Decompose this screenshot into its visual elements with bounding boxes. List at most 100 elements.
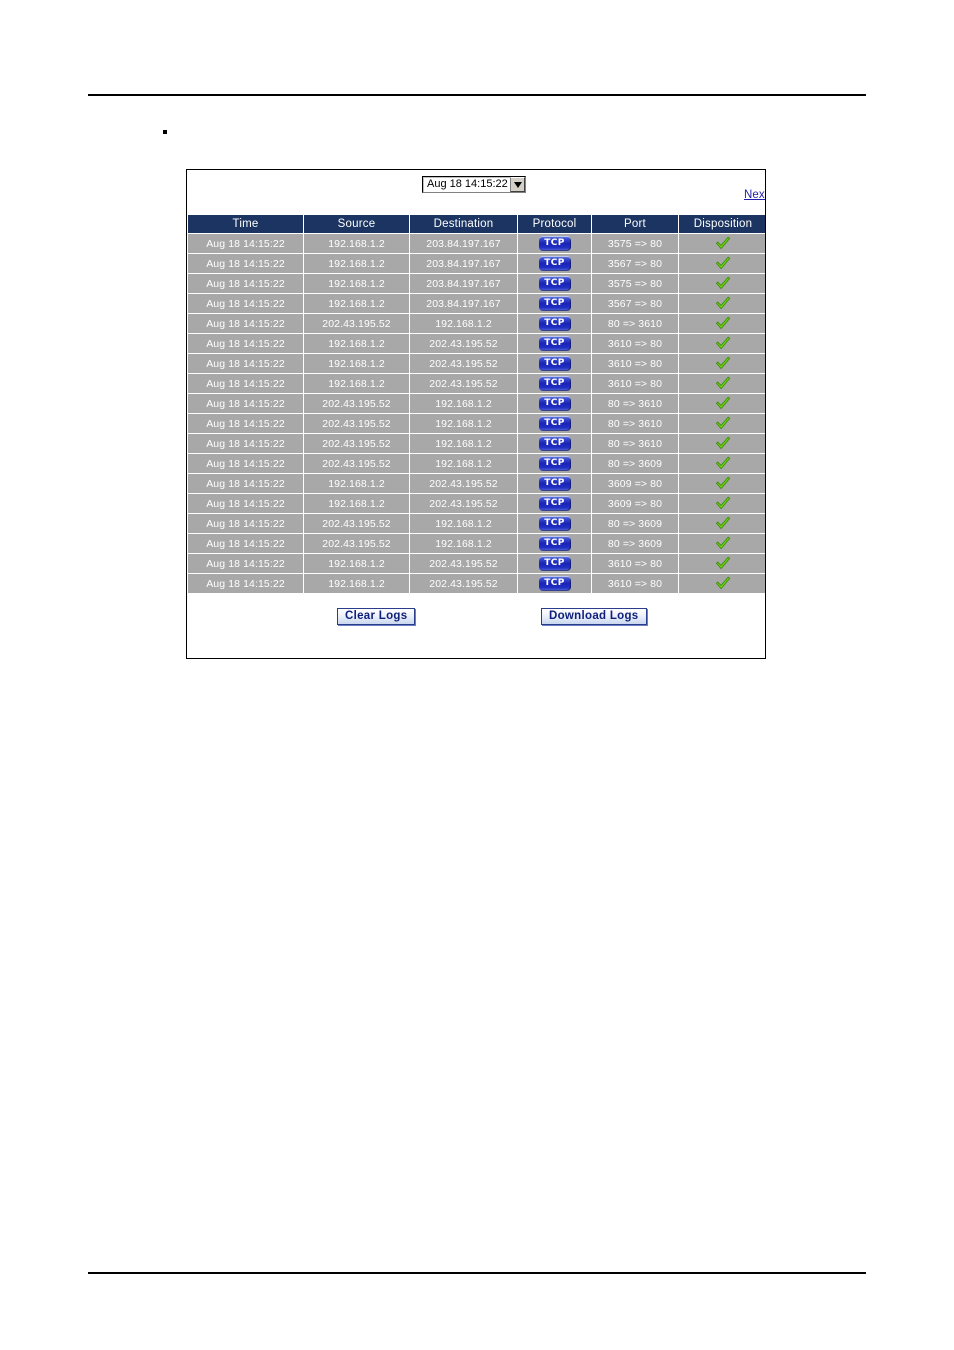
firewall-log-panel: Aug 18 14:15:22 Next Time Source Destina… <box>186 169 766 659</box>
cell-destination: 192.168.1.2 <box>410 534 517 553</box>
cell-destination: 202.43.195.52 <box>410 354 517 373</box>
green-check-icon <box>715 436 731 451</box>
cell-source: 192.168.1.2 <box>304 234 409 253</box>
cell-time: Aug 18 14:15:22 <box>188 434 303 453</box>
table-row: Aug 18 14:15:22 192.168.1.2 203.84.197.167… <box>188 254 765 273</box>
column-header-disposition[interactable]: Disposition <box>679 215 765 233</box>
cell-source: 192.168.1.2 <box>304 374 409 393</box>
green-check-icon <box>715 576 731 591</box>
protocol-badge: TCP <box>538 396 571 411</box>
cell-source: 192.168.1.2 <box>304 334 409 353</box>
cell-destination: 192.168.1.2 <box>410 454 517 473</box>
cell-port: 80 => 3609 <box>592 534 678 553</box>
green-check-icon <box>715 536 731 551</box>
clear-logs-button[interactable]: Clear Logs <box>337 608 416 625</box>
cell-protocol: TCP <box>518 554 591 573</box>
table-row: Aug 18 14:15:22 192.168.1.2 202.43.195.52 T… <box>188 554 765 573</box>
cell-disposition <box>679 454 765 473</box>
cell-port: 80 => 3610 <box>592 394 678 413</box>
log-panel-footer: Clear Logs Download Logs <box>187 594 765 642</box>
cell-protocol: TCP <box>518 274 591 293</box>
column-header-protocol[interactable]: Protocol <box>518 215 591 233</box>
column-header-time[interactable]: Time <box>188 215 303 233</box>
cell-protocol: TCP <box>518 414 591 433</box>
green-check-icon <box>715 236 731 251</box>
cell-protocol: TCP <box>518 374 591 393</box>
cell-time: Aug 18 14:15:22 <box>188 354 303 373</box>
protocol-badge: TCP <box>538 496 571 511</box>
cell-port: 3609 => 80 <box>592 474 678 493</box>
cell-destination: 192.168.1.2 <box>410 314 517 333</box>
time-filter-select[interactable]: Aug 18 14:15:22 <box>422 176 526 193</box>
protocol-badge: TCP <box>538 376 571 391</box>
column-header-source[interactable]: Source <box>304 215 409 233</box>
cell-disposition <box>679 574 765 593</box>
protocol-badge: TCP <box>538 256 571 271</box>
download-logs-button[interactable]: Download Logs <box>541 608 647 625</box>
green-check-icon <box>715 296 731 311</box>
cell-protocol: TCP <box>518 514 591 533</box>
cell-port: 3610 => 80 <box>592 574 678 593</box>
table-row: Aug 18 14:15:22 192.168.1.2 202.43.195.52 T… <box>188 494 765 513</box>
green-check-icon <box>715 556 731 571</box>
cell-source: 192.168.1.2 <box>304 494 409 513</box>
cell-source: 202.43.195.52 <box>304 454 409 473</box>
cell-source: 202.43.195.52 <box>304 394 409 413</box>
protocol-badge: TCP <box>538 436 571 451</box>
cell-disposition <box>679 374 765 393</box>
table-row: Aug 18 14:15:22 192.168.1.2 203.84.197.167… <box>188 234 765 253</box>
time-filter-value: Aug 18 14:15:22 <box>427 178 508 190</box>
green-check-icon <box>715 336 731 351</box>
cell-source: 202.43.195.52 <box>304 414 409 433</box>
cell-source: 202.43.195.52 <box>304 434 409 453</box>
log-panel-toolbar: Aug 18 14:15:22 Next <box>187 170 765 214</box>
protocol-badge: TCP <box>538 476 571 491</box>
column-header-destination[interactable]: Destination <box>410 215 517 233</box>
cell-source: 202.43.195.52 <box>304 534 409 553</box>
table-row: Aug 18 14:15:22 192.168.1.2 202.43.195.52 T… <box>188 334 765 353</box>
cell-time: Aug 18 14:15:22 <box>188 574 303 593</box>
cell-protocol: TCP <box>518 334 591 353</box>
cell-port: 3575 => 80 <box>592 234 678 253</box>
next-page-link[interactable]: Next <box>744 189 765 201</box>
cell-destination: 202.43.195.52 <box>410 334 517 353</box>
cell-time: Aug 18 14:15:22 <box>188 274 303 293</box>
cell-disposition <box>679 514 765 533</box>
log-table: Time Source Destination Protocol Port Di… <box>187 214 765 594</box>
chevron-down-icon[interactable] <box>510 177 525 192</box>
column-header-port[interactable]: Port <box>592 215 678 233</box>
cell-time: Aug 18 14:15:22 <box>188 254 303 273</box>
protocol-badge: TCP <box>538 336 571 351</box>
cell-protocol: TCP <box>518 474 591 493</box>
green-check-icon <box>715 316 731 331</box>
cell-protocol: TCP <box>518 294 591 313</box>
table-row: Aug 18 14:15:22 192.168.1.2 202.43.195.52 T… <box>188 574 765 593</box>
cell-port: 3567 => 80 <box>592 254 678 273</box>
green-check-icon <box>715 256 731 271</box>
green-check-icon <box>715 276 731 291</box>
table-row: Aug 18 14:15:22 202.43.195.52 192.168.1.2 T… <box>188 314 765 333</box>
cell-time: Aug 18 14:15:22 <box>188 454 303 473</box>
cell-port: 80 => 3610 <box>592 414 678 433</box>
cell-time: Aug 18 14:15:22 <box>188 374 303 393</box>
table-row: Aug 18 14:15:22 202.43.195.52 192.168.1.2 T… <box>188 414 765 433</box>
cell-destination: 202.43.195.52 <box>410 374 517 393</box>
cell-destination: 203.84.197.167 <box>410 254 517 273</box>
cell-disposition <box>679 294 765 313</box>
cell-disposition <box>679 314 765 333</box>
green-check-icon <box>715 456 731 471</box>
cell-destination: 202.43.195.52 <box>410 474 517 493</box>
cell-destination: 192.168.1.2 <box>410 434 517 453</box>
cell-port: 3610 => 80 <box>592 334 678 353</box>
cell-port: 3610 => 80 <box>592 554 678 573</box>
table-row: Aug 18 14:15:22 192.168.1.2 203.84.197.167… <box>188 274 765 293</box>
cell-time: Aug 18 14:15:22 <box>188 334 303 353</box>
green-check-icon <box>715 496 731 511</box>
cell-source: 192.168.1.2 <box>304 294 409 313</box>
cell-disposition <box>679 534 765 553</box>
cell-port: 3567 => 80 <box>592 294 678 313</box>
cell-source: 192.168.1.2 <box>304 554 409 573</box>
table-row: Aug 18 14:15:22 192.168.1.2 203.84.197.167… <box>188 294 765 313</box>
cell-disposition <box>679 474 765 493</box>
cell-port: 80 => 3609 <box>592 514 678 533</box>
